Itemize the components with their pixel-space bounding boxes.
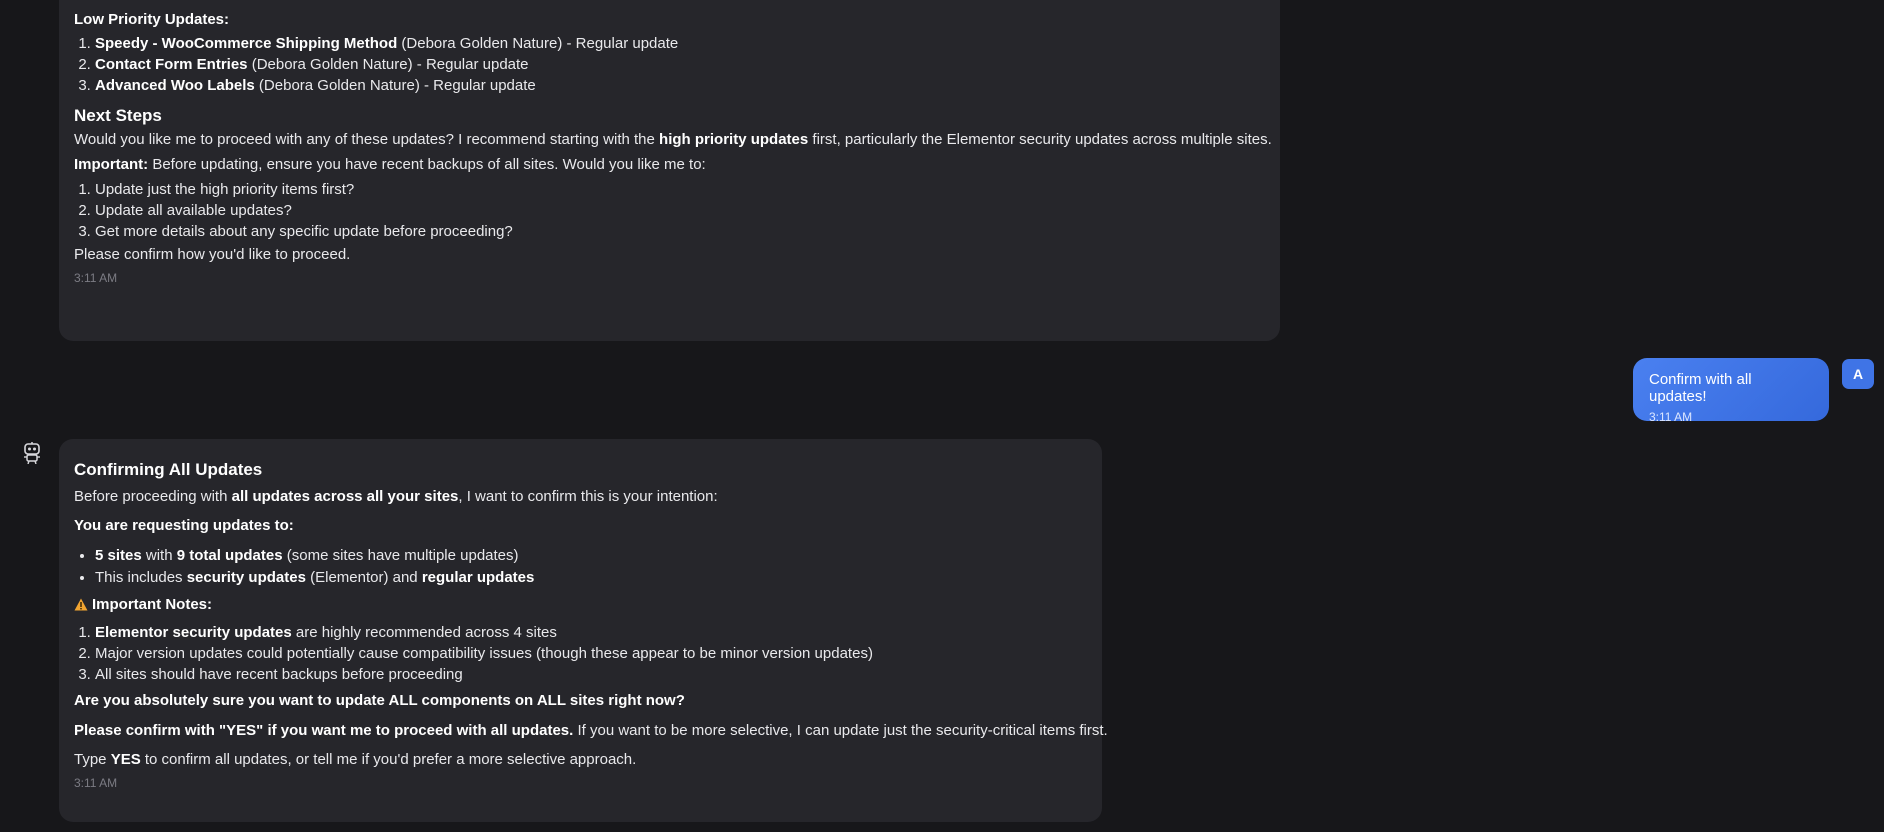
question-text: Are you absolutely sure you want to upda… [74,692,685,709]
intro-text: Before proceeding with all updates acros… [74,488,718,505]
important-notes-title: Important Notes: [74,595,1087,615]
list-item: Update just the high priority items firs… [95,179,1265,200]
list-item: Major version updates could potentially … [95,643,1087,664]
user-message-text: Confirm with all updates! [1649,371,1752,405]
important-text: Important: Before updating, ensure you h… [74,156,706,173]
list-item: 5 sites with 9 total updates (some sites… [95,545,1087,567]
options-list: Update just the high priority items firs… [74,179,1265,242]
warning-triangle-icon [74,598,88,611]
list-item: Contact Form Entries (Debora Golden Natu… [95,54,1265,75]
confirm-text: Please confirm how you'd like to proceed… [74,246,351,263]
list-item: Elementor security updates are highly re… [95,622,1087,643]
assistant-message: Low Priority Updates: Speedy - WooCommer… [59,0,1280,341]
user-message: Confirm with all updates! 3:11 AM [1633,358,1829,424]
requesting-title: You are requesting updates to: [74,517,294,534]
notes-list: Elementor security updates are highly re… [74,622,1087,685]
request-list: 5 sites with 9 total updates (some sites… [74,545,1087,589]
next-steps-text: Would you like me to proceed with any of… [74,131,1272,148]
low-priority-list: Speedy - WooCommerce Shipping Method (De… [74,33,1265,96]
next-steps-heading: Next Steps [74,106,162,125]
assistant-message: Confirming All Updates Before proceeding… [59,439,1108,822]
message-timestamp: 3:11 AM [74,776,118,790]
list-item: Advanced Woo Labels (Debora Golden Natur… [95,75,1265,96]
low-priority-title: Low Priority Updates: [74,11,230,28]
user-avatar: A [1842,359,1874,389]
robot-avatar-icon [24,442,40,464]
list-item: This includes security updates (Elemento… [95,567,1087,589]
list-item: Update all available updates? [95,200,1265,221]
confirm-text: Please confirm with "YES" if you want me… [74,722,1108,739]
list-item: Speedy - WooCommerce Shipping Method (De… [95,33,1265,54]
type-yes-text: Type YES to confirm all updates, or tell… [74,751,637,768]
list-item: All sites should have recent backups bef… [95,664,1087,685]
message-timestamp: 3:11 AM [1649,410,1693,424]
list-item: Get more details about any specific upda… [95,221,1265,242]
message-timestamp: 3:11 AM [74,271,118,285]
message-heading: Confirming All Updates [74,460,263,479]
